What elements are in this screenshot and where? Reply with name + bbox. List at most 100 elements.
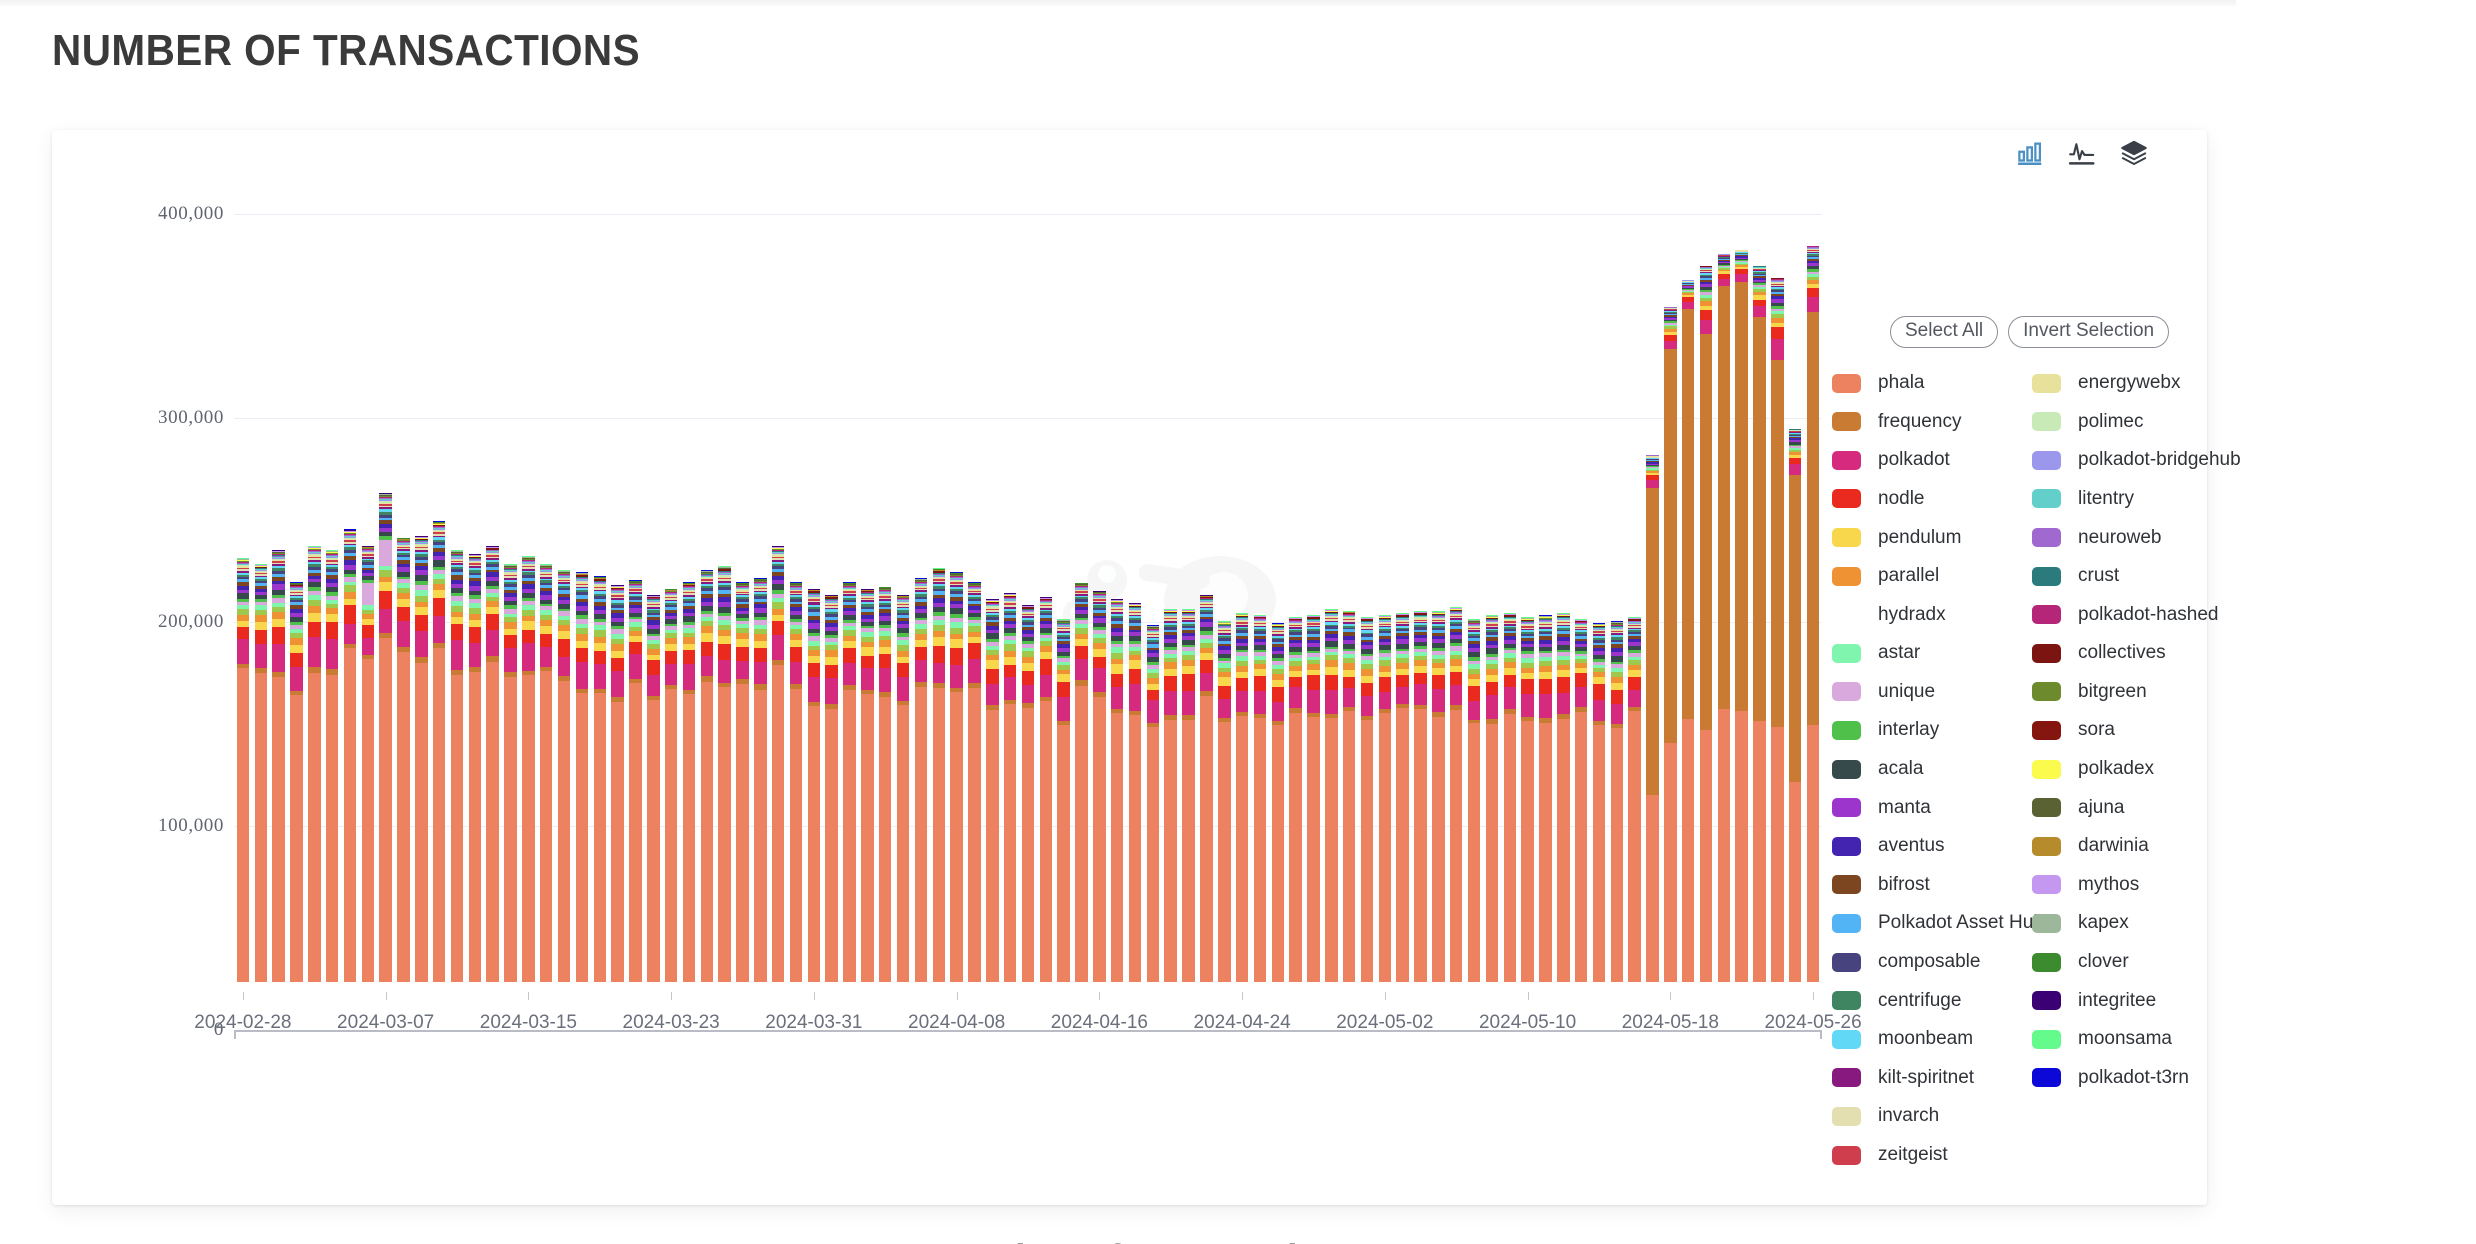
bar-stack[interactable] <box>343 529 357 982</box>
bar-stack[interactable] <box>1503 613 1516 982</box>
bar-stack[interactable] <box>468 553 482 982</box>
legend-item[interactable]: neuroweb <box>2032 518 2232 557</box>
bar-stack[interactable] <box>843 582 856 982</box>
bar-stack[interactable] <box>397 537 410 982</box>
bar-stack[interactable] <box>1039 596 1053 982</box>
bar-stack[interactable] <box>1753 264 1766 982</box>
bar-stack[interactable] <box>557 570 571 982</box>
bar-stack[interactable] <box>1717 252 1731 982</box>
legend-item[interactable]: polkadex <box>2032 750 2232 789</box>
bar-stack[interactable] <box>1235 613 1249 982</box>
bar-stack[interactable] <box>629 580 642 982</box>
legend-item[interactable]: kapex <box>2032 904 2232 943</box>
bar-stack[interactable] <box>879 586 892 982</box>
legend-item[interactable]: parallel <box>1832 557 2032 596</box>
bar-stack[interactable] <box>1414 611 1427 982</box>
bar-stack[interactable] <box>1432 611 1445 982</box>
bar-stack[interactable] <box>1735 248 1748 982</box>
bar-stack[interactable] <box>1521 617 1534 982</box>
legend-item[interactable]: bifrost <box>1832 866 2032 905</box>
bar-stack[interactable] <box>325 549 339 982</box>
bar-stack[interactable] <box>825 594 838 982</box>
bar-stack[interactable] <box>1539 615 1552 982</box>
bar-stack[interactable] <box>1093 590 1106 982</box>
bar-stack[interactable] <box>308 545 321 982</box>
bar-stack[interactable] <box>1360 617 1374 982</box>
bar-stack[interactable] <box>379 492 392 982</box>
bar-stack[interactable] <box>486 545 499 982</box>
bar-stack[interactable] <box>736 582 749 982</box>
bar-stack[interactable] <box>647 594 660 982</box>
select-all-button[interactable]: Select All <box>1890 316 1999 348</box>
legend-item[interactable]: kilt-spiritnet <box>1832 1059 2032 1098</box>
bar-stack[interactable] <box>1628 617 1641 982</box>
legend-item[interactable]: aventus <box>1832 827 2032 866</box>
bar-stack[interactable] <box>1574 619 1588 982</box>
bar-stack[interactable] <box>789 582 803 982</box>
legend-item[interactable]: mythos <box>2032 866 2232 905</box>
legend-item[interactable]: Polkadot Asset Hub <box>1832 904 2044 943</box>
bar-stack[interactable] <box>450 549 464 982</box>
bar-stack[interactable] <box>290 582 303 982</box>
bar-stack[interactable] <box>1449 606 1463 982</box>
bar-stack[interactable] <box>1592 623 1606 982</box>
bar-stack[interactable] <box>968 582 981 982</box>
bar-stack[interactable] <box>700 570 714 982</box>
legend-item[interactable]: moonbeam <box>1832 1020 2032 1059</box>
bar-stack[interactable] <box>771 545 785 982</box>
legend-item[interactable]: clover <box>2032 943 2232 982</box>
bar-stack[interactable] <box>361 545 375 982</box>
bar-stack[interactable] <box>1021 604 1035 982</box>
bar-stack[interactable] <box>593 576 606 982</box>
legend-item[interactable]: frequency <box>1832 402 2032 441</box>
bar-stack[interactable] <box>1075 582 1088 982</box>
legend-item[interactable]: polkadot-hashed <box>2032 595 2232 634</box>
legend-item[interactable]: polimec <box>2032 402 2232 441</box>
legend-item[interactable]: collectives <box>2032 634 2232 673</box>
bar-stack[interactable] <box>1664 305 1677 982</box>
bar-stack[interactable] <box>1610 621 1624 982</box>
bar-stack[interactable] <box>1271 623 1285 982</box>
bar-stack[interactable] <box>1557 613 1570 982</box>
legend-item[interactable]: darwinia <box>2032 827 2232 866</box>
bar-stack[interactable] <box>236 558 250 982</box>
legend-item[interactable]: litentry <box>2032 480 2232 519</box>
bar-stack[interactable] <box>1182 609 1195 982</box>
stacked-layers-icon[interactable] <box>2119 138 2149 168</box>
bar-stack[interactable] <box>1342 611 1356 982</box>
legend-item[interactable]: sora <box>2032 711 2232 750</box>
bar-stack[interactable] <box>1110 598 1124 982</box>
bar-stack[interactable] <box>1218 621 1231 982</box>
bar-stack[interactable] <box>540 564 553 982</box>
bar-stack[interactable] <box>1485 615 1499 982</box>
legend-item[interactable]: energywebx <box>2032 364 2232 403</box>
bar-stack[interactable] <box>254 564 267 982</box>
legend-item[interactable]: astar <box>1832 634 2032 673</box>
bar-stack[interactable] <box>664 588 678 982</box>
legend-item[interactable]: invarch <box>1832 1097 2032 1136</box>
legend-item[interactable]: bitgreen <box>2032 673 2232 712</box>
bar-stack[interactable] <box>1307 615 1320 982</box>
bar-chart-icon[interactable] <box>2015 138 2045 168</box>
bar-stack[interactable] <box>1003 592 1017 982</box>
bar-series-layer[interactable] <box>234 166 1822 982</box>
bar-stack[interactable] <box>1467 619 1481 982</box>
legend-item[interactable]: composable <box>1832 943 2032 982</box>
legend-item[interactable]: interlay <box>1832 711 2032 750</box>
bar-stack[interactable] <box>1289 617 1302 982</box>
bar-stack[interactable] <box>611 584 624 982</box>
bar-stack[interactable] <box>575 572 589 982</box>
bar-stack[interactable] <box>1057 619 1070 982</box>
bar-stack[interactable] <box>861 588 874 982</box>
bar-stack[interactable] <box>1646 454 1659 982</box>
legend-item[interactable]: manta <box>1832 788 2032 827</box>
bar-stack[interactable] <box>1128 602 1142 982</box>
bar-stack[interactable] <box>1699 264 1713 982</box>
line-chart-icon[interactable] <box>2067 138 2097 168</box>
bar-stack[interactable] <box>1806 244 1820 982</box>
legend-item[interactable]: pendulum <box>1832 518 2032 557</box>
bar-stack[interactable] <box>1200 594 1213 982</box>
legend-item[interactable]: polkadot-t3rn <box>2032 1059 2232 1098</box>
top-scrollbar-strip[interactable] <box>0 0 2236 6</box>
bar-stack[interactable] <box>986 598 999 982</box>
